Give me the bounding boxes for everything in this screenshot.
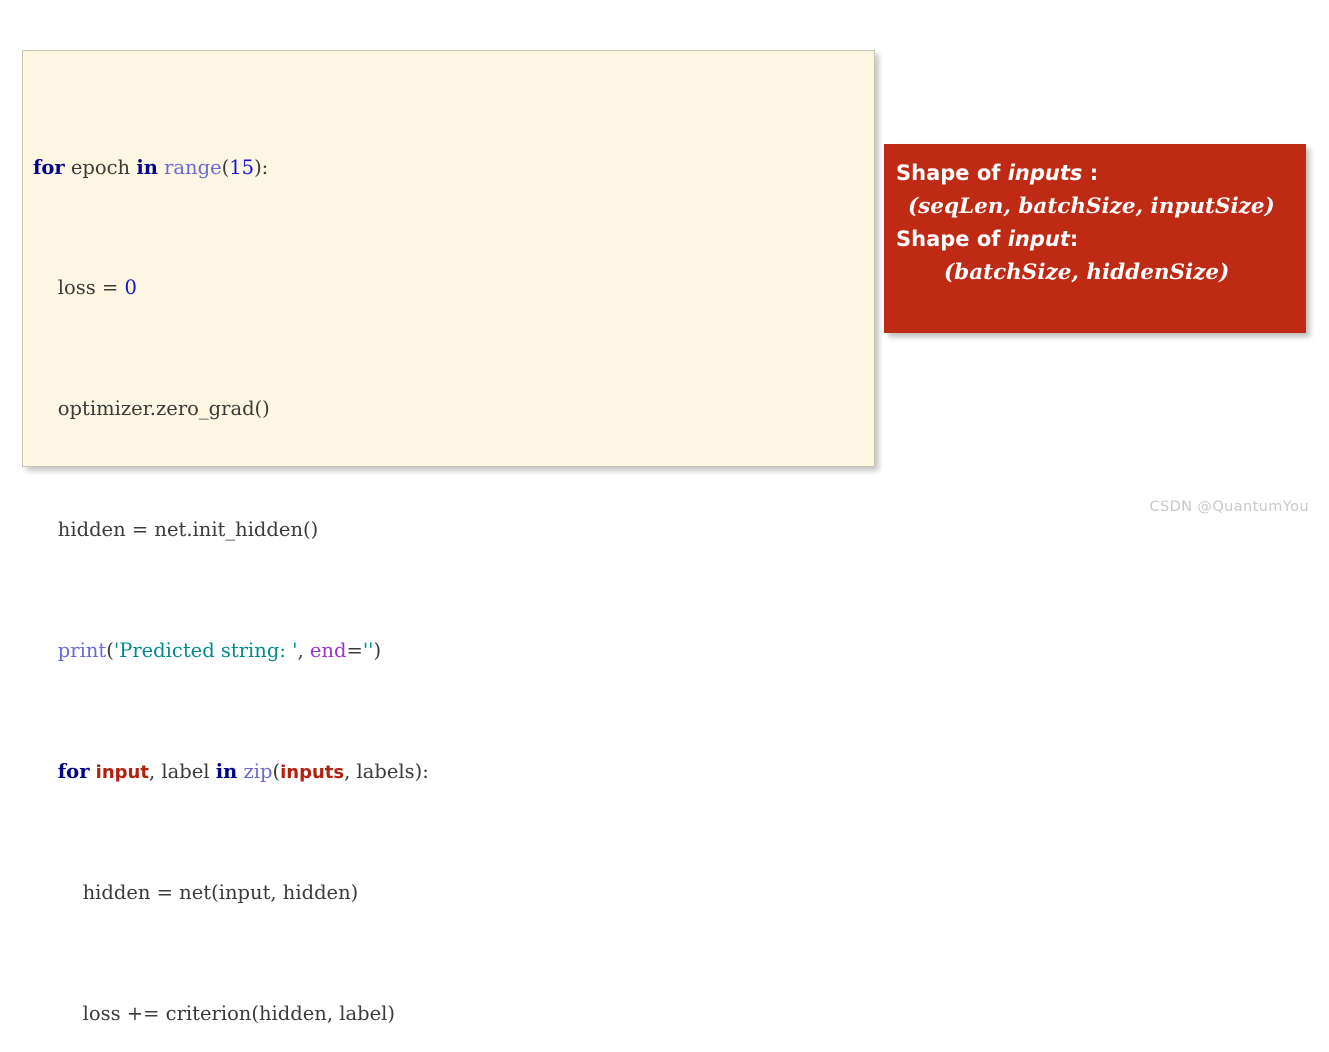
- code-line: hidden = net.init_hidden(): [33, 518, 319, 542]
- keyword-for: for: [57, 759, 90, 783]
- keyword-in: in: [215, 759, 238, 783]
- code-line: loss = 0: [33, 276, 137, 300]
- code-line: loss += criterion(hidden, label): [33, 1002, 395, 1026]
- python-code-listing[interactable]: for epoch in range(15): loss = 0 optimiz…: [33, 62, 870, 1052]
- code-line: optimizer.zero_grad(): [33, 397, 270, 421]
- code-line: print('Predicted string: ', end=''): [57, 638, 382, 662]
- code-line: for input, label in zip(inputs, labels):: [57, 759, 429, 783]
- keyword-for: for: [33, 155, 65, 179]
- builtin-zip: zip: [243, 759, 273, 783]
- string-literal: 'Predicted string: ': [113, 638, 298, 662]
- builtin-print: print: [57, 638, 107, 662]
- term-input: input: [1007, 227, 1070, 251]
- shape-tuple-inputs: (seqLen, batchSize, inputSize): [908, 194, 1275, 219]
- shape-heading-inputs: Shape of inputs :: [896, 161, 1099, 185]
- watermark-text: CSDN @QuantumYou: [1149, 499, 1309, 515]
- term-inputs: inputs: [1007, 161, 1083, 185]
- code-line: hidden = net(input, hidden): [33, 881, 359, 905]
- highlight-inputs: inputs: [280, 761, 345, 783]
- keyword-in: in: [136, 155, 158, 179]
- shape-heading-input: Shape of input:: [896, 227, 1079, 251]
- shape-tuple-input: (batchSize, hiddenSize): [944, 260, 1230, 285]
- code-line: for epoch in range(15):: [33, 155, 269, 179]
- builtin-range: range: [164, 155, 222, 179]
- shape-annotation-box: Shape of inputs : (seqLen, batchSize, in…: [884, 144, 1306, 333]
- kwarg-end: end: [309, 638, 347, 662]
- code-block-card: for epoch in range(15): loss = 0 optimiz…: [22, 50, 875, 1025]
- highlight-input: input: [95, 761, 149, 783]
